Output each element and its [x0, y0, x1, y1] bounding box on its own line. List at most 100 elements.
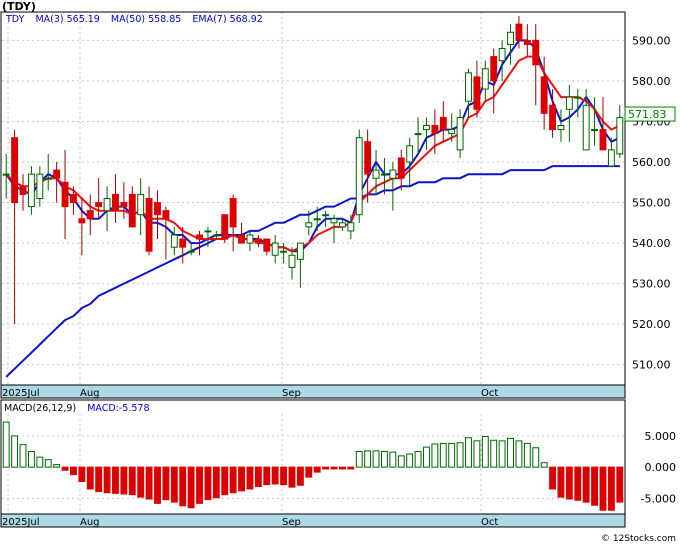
macd-bar [11, 435, 19, 468]
price-tick-label: 510.00 [632, 359, 671, 372]
candle-body [86, 210, 94, 220]
macd-bar [364, 450, 372, 468]
macd-bar [389, 451, 397, 468]
macd-bar [490, 439, 498, 468]
macd-bar [582, 466, 590, 503]
candle-body [196, 234, 203, 240]
macd-bar [330, 466, 338, 470]
candle-body [465, 72, 472, 102]
ma3-line [5, 39, 621, 253]
macd-date-label: 2025Jul [2, 517, 40, 528]
candle-body [254, 238, 262, 244]
macd-bar [103, 466, 111, 494]
candle-body [347, 222, 355, 232]
candle-body [179, 238, 187, 248]
candle-body [70, 193, 77, 204]
macd-bar [591, 466, 599, 506]
price-gridlines [2, 12, 624, 385]
macd-bar [305, 466, 313, 478]
candle-body [112, 193, 119, 212]
candle-body [389, 169, 397, 179]
candle-body [565, 96, 573, 110]
price-tick-label: 580.00 [632, 75, 671, 88]
macd-params: MACD(26,12,9) [4, 403, 77, 414]
candle-body [154, 202, 161, 216]
macd-value: MACD:-5.578 [87, 403, 150, 414]
macd-bar [288, 466, 296, 488]
macd-bar [574, 466, 582, 501]
candle-body [120, 202, 128, 208]
macd-bar [170, 466, 178, 503]
macd-bar [154, 466, 161, 504]
macd-bar [549, 466, 556, 490]
candle-body [212, 234, 220, 237]
candle-body [229, 198, 237, 228]
candle-body [355, 137, 363, 216]
candle-body [515, 23, 523, 41]
macd-bar [95, 466, 103, 492]
macd-bar [78, 466, 86, 482]
price-tick-label: 520.00 [632, 318, 671, 331]
candle-body [204, 230, 212, 233]
macd-bar [246, 466, 254, 490]
candle-body [36, 173, 44, 200]
candle-body [2, 173, 10, 176]
candle-body [128, 193, 136, 228]
macd-bar [507, 437, 514, 468]
macd-bar [120, 466, 128, 495]
macd-bar [607, 466, 615, 511]
macd-bar [532, 447, 540, 468]
candle-body [162, 210, 170, 220]
candle-body [322, 214, 330, 217]
price-tick-label: 590.00 [632, 34, 671, 47]
macd-bar [557, 466, 565, 498]
macd-bar [523, 442, 531, 468]
macd-date-label: Aug [80, 517, 100, 528]
candle-body [221, 214, 229, 240]
price-date-label: Oct [481, 388, 498, 399]
macd-bar [280, 466, 288, 486]
price-tick-label: 530.00 [632, 278, 671, 291]
macd-bar [456, 442, 464, 468]
macd-bar [112, 466, 119, 494]
candle-body [364, 141, 372, 175]
macd-bar [238, 466, 245, 492]
candle-body [481, 68, 489, 90]
macd-bar [137, 466, 145, 498]
macd-bar [53, 464, 61, 468]
macd-bar [86, 466, 94, 490]
legend-symbol: TDY [6, 14, 25, 25]
macd-bar [2, 421, 10, 468]
macd-date-label: Sep [282, 517, 301, 528]
macd-bar [565, 466, 573, 500]
candle-body [305, 222, 313, 228]
candle-body [338, 222, 346, 228]
candle-body [540, 76, 548, 114]
candle-body [313, 218, 321, 221]
price-tick-label: 540.00 [632, 237, 671, 250]
candle-body [414, 133, 422, 136]
candle-body [557, 125, 565, 131]
candle-body [532, 39, 540, 66]
candle-body [288, 254, 296, 268]
candle-body [19, 185, 27, 195]
macd-bar [481, 436, 489, 468]
macd-tick-label: 0.000 [645, 461, 677, 474]
price-legend: TDY MA(3) 565.19 MA(50) 558.85 EMA(7) 56… [6, 14, 271, 25]
macd-bar [347, 466, 355, 470]
price-date-label: Aug [80, 388, 100, 399]
legend-ma3: MA(3) 565.19 [35, 14, 100, 25]
price-date-label: 2025Jul [2, 388, 40, 399]
candle-body [406, 145, 414, 163]
candle-body [439, 116, 447, 131]
macd-bar [515, 440, 523, 468]
candle-body [473, 76, 481, 110]
candle-body [103, 198, 111, 212]
macd-bar [221, 466, 229, 496]
macd-histogram [2, 421, 624, 511]
macd-bar [212, 466, 220, 499]
macd-bar [179, 466, 187, 507]
macd-bar [338, 466, 346, 470]
candle-body [27, 173, 35, 208]
candle-body [507, 31, 514, 45]
